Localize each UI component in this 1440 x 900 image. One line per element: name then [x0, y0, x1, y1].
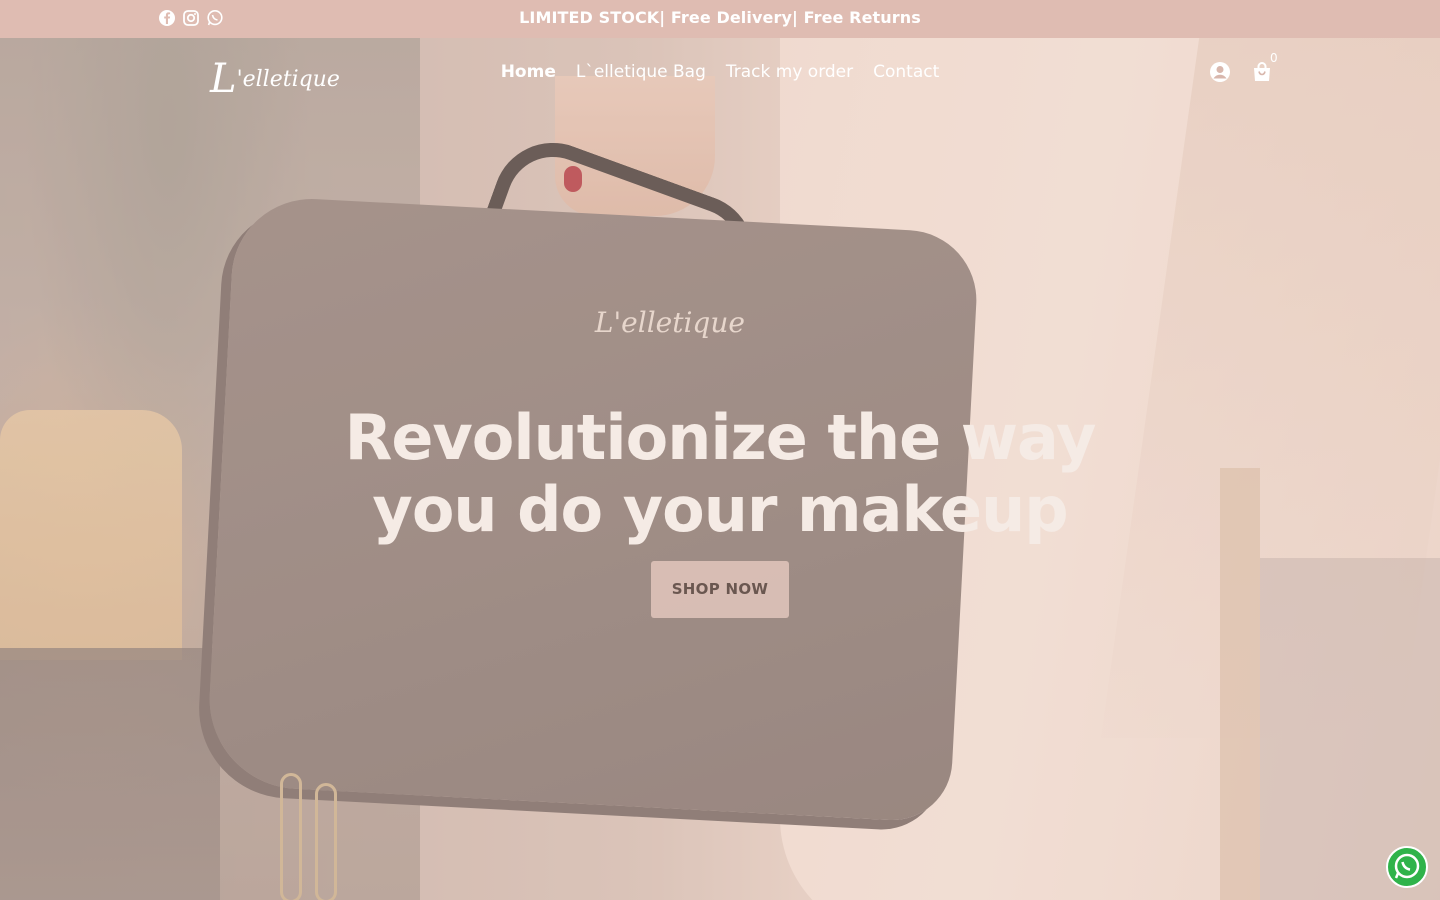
whatsapp-float-icon[interactable]: [1386, 846, 1428, 888]
site-header: L'elletique Home L`elletique Bag Track m…: [0, 38, 1440, 108]
announcement-bar: LIMITED STOCK| Free Delivery| Free Retur…: [0, 0, 1440, 38]
hero-headline: Revolutionize the way you do your makeup: [0, 402, 1440, 546]
account-icon[interactable]: [1208, 60, 1232, 84]
announcement-text: LIMITED STOCK| Free Delivery| Free Retur…: [519, 8, 921, 27]
nav-item-home[interactable]: Home: [501, 62, 556, 82]
nav-item-track-order[interactable]: Track my order: [726, 62, 853, 82]
header-icons: [1208, 60, 1274, 84]
hero-headline-line1: Revolutionize the way: [344, 401, 1097, 474]
nav-item-bag[interactable]: L`elletique Bag: [576, 62, 706, 82]
shop-now-button[interactable]: SHOP NOW: [651, 561, 789, 618]
hero-headline-line2: you do your makeup: [372, 473, 1068, 546]
nav-item-contact[interactable]: Contact: [873, 62, 939, 82]
cart-count-badge: 0: [1270, 51, 1278, 65]
